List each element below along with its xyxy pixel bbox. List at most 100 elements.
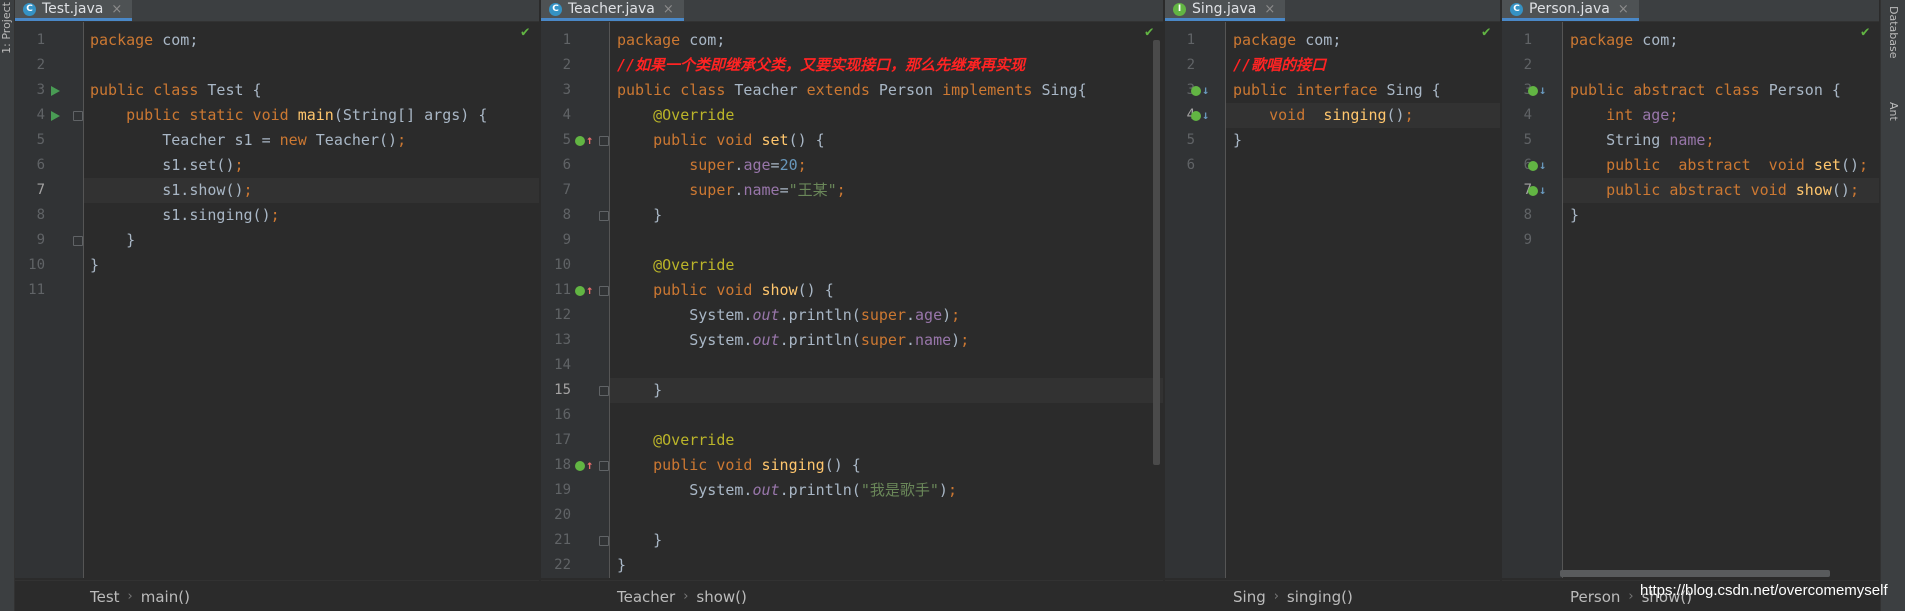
overrides-method-icon[interactable] bbox=[575, 136, 585, 146]
code-line[interactable]: String name; bbox=[1570, 128, 1714, 153]
fold-marker-icon[interactable] bbox=[73, 111, 83, 121]
code-token: String bbox=[1570, 131, 1670, 149]
code-line[interactable]: public class Test { bbox=[90, 78, 262, 103]
inspection-ok-icon[interactable]: ✔ bbox=[521, 24, 529, 40]
breadcrumb-item[interactable]: main() bbox=[141, 588, 190, 606]
code-line[interactable]: public abstract class Person { bbox=[1570, 78, 1841, 103]
code-line[interactable]: public class Teacher extends Person impl… bbox=[617, 78, 1087, 103]
code-token: ; bbox=[243, 181, 253, 199]
code-line[interactable]: @Override bbox=[617, 428, 734, 453]
code-line[interactable]: void singing(); bbox=[1233, 103, 1414, 128]
code-line[interactable]: package com; bbox=[90, 28, 198, 53]
code-line[interactable]: } bbox=[617, 528, 662, 553]
breadcrumb-item[interactable]: Teacher bbox=[617, 588, 675, 606]
fold-marker-icon[interactable] bbox=[599, 136, 609, 146]
code-line[interactable]: public abstract void show(); bbox=[1570, 178, 1859, 203]
abstract-class-icon: C bbox=[1510, 2, 1523, 16]
project-tool-tab[interactable]: 1: Project bbox=[0, 2, 13, 54]
code-line[interactable]: } bbox=[1233, 128, 1242, 153]
fold-marker-icon[interactable] bbox=[599, 211, 609, 221]
code-line[interactable]: @Override bbox=[617, 253, 734, 278]
code-line[interactable]: System.out.println("我是歌手"); bbox=[617, 478, 957, 503]
code-line[interactable]: } bbox=[90, 228, 135, 253]
inspection-ok-icon[interactable]: ✔ bbox=[1482, 24, 1490, 40]
tab-teacher[interactable]: C Teacher.java × bbox=[541, 0, 684, 21]
ant-tool-tab[interactable]: Ant bbox=[1887, 102, 1900, 121]
implemented-method-icon[interactable] bbox=[1528, 161, 1538, 171]
code-line[interactable]: } bbox=[90, 253, 99, 278]
line-number: 8 bbox=[562, 207, 571, 223]
overrides-method-icon[interactable] bbox=[575, 286, 585, 296]
fold-marker-icon[interactable] bbox=[73, 236, 83, 246]
code-token: ) bbox=[938, 481, 948, 499]
line-number: 5 bbox=[1523, 132, 1532, 148]
breadcrumb-item[interactable]: show() bbox=[696, 588, 746, 606]
code-line[interactable]: package com; bbox=[1233, 28, 1341, 53]
code-line[interactable]: System.out.println(super.age); bbox=[617, 303, 960, 328]
code-line[interactable]: s1.set(); bbox=[90, 153, 243, 178]
inspection-ok-icon[interactable]: ✔ bbox=[1861, 24, 1869, 40]
code-line[interactable]: } bbox=[1570, 203, 1579, 228]
run-icon[interactable] bbox=[51, 86, 60, 96]
fold-marker-icon[interactable] bbox=[599, 536, 609, 546]
code-line[interactable]: int age; bbox=[1570, 103, 1678, 128]
code-line[interactable]: //如果一个类即继承父类，又要实现接口，那么先继承再实现 bbox=[617, 53, 1025, 78]
breadcrumb-item[interactable]: Person bbox=[1570, 588, 1620, 606]
line-number: 4 bbox=[36, 107, 45, 123]
inspection-ok-icon[interactable]: ✔ bbox=[1145, 24, 1153, 40]
code-line[interactable]: public void singing() { bbox=[617, 453, 861, 478]
code-token: show bbox=[761, 281, 798, 299]
code-token: () { bbox=[788, 131, 825, 149]
code-line[interactable]: } bbox=[617, 553, 626, 578]
line-number: 17 bbox=[554, 432, 571, 448]
close-icon[interactable]: × bbox=[1264, 2, 1275, 17]
tab-bar: C Teacher.java × bbox=[541, 0, 1163, 22]
code-line[interactable]: super.age=20; bbox=[617, 153, 806, 178]
fold-marker-icon[interactable] bbox=[599, 461, 609, 471]
implemented-method-icon[interactable] bbox=[1191, 86, 1201, 96]
tab-person[interactable]: C Person.java × bbox=[1502, 0, 1639, 21]
code-token: ) bbox=[951, 331, 961, 349]
code-token: (String[] args) { bbox=[333, 106, 488, 124]
code-line[interactable]: //歌唱的接口 bbox=[1233, 53, 1326, 78]
vertical-scrollbar[interactable] bbox=[1153, 40, 1160, 465]
arrow-down-icon: ↓ bbox=[1202, 108, 1210, 122]
breadcrumb-item[interactable]: Test bbox=[90, 588, 120, 606]
code-line[interactable]: Teacher s1 = new Teacher(); bbox=[90, 128, 406, 153]
code-line[interactable]: public abstract void set(); bbox=[1570, 153, 1868, 178]
code-line[interactable]: public static void main(String[] args) { bbox=[90, 103, 487, 128]
implemented-method-icon[interactable] bbox=[1191, 111, 1201, 121]
code-line[interactable]: super.name="王某"; bbox=[617, 178, 845, 203]
code-line[interactable]: @Override bbox=[617, 103, 734, 128]
run-icon[interactable] bbox=[51, 111, 60, 121]
database-tool-tab[interactable]: Database bbox=[1887, 6, 1900, 59]
code-line[interactable]: } bbox=[617, 203, 662, 228]
line-number: 2 bbox=[1523, 57, 1532, 73]
breadcrumb-item[interactable]: singing() bbox=[1287, 588, 1353, 606]
code-line[interactable]: public void set() { bbox=[617, 128, 825, 153]
code-line[interactable]: s1.singing(); bbox=[90, 203, 279, 228]
code-line[interactable]: } bbox=[617, 378, 662, 403]
code-line[interactable]: System.out.println(super.name); bbox=[617, 328, 969, 353]
close-icon[interactable]: × bbox=[111, 2, 122, 17]
code-token: public void bbox=[653, 131, 762, 149]
code-token: out bbox=[752, 331, 780, 349]
overrides-method-icon[interactable] bbox=[575, 461, 585, 471]
code-line[interactable]: public void show() { bbox=[617, 278, 834, 303]
close-icon[interactable]: × bbox=[1618, 2, 1629, 17]
tab-test[interactable]: C Test.java × bbox=[15, 0, 133, 21]
code-line[interactable]: package com; bbox=[617, 28, 725, 53]
fold-marker-icon[interactable] bbox=[599, 386, 609, 396]
close-icon[interactable]: × bbox=[663, 2, 674, 17]
implemented-method-icon[interactable] bbox=[1528, 86, 1538, 96]
code-line[interactable]: public interface Sing { bbox=[1233, 78, 1441, 103]
code-line[interactable]: package com; bbox=[1570, 28, 1678, 53]
tab-sing[interactable]: I Sing.java × bbox=[1165, 0, 1286, 21]
fold-marker-icon[interactable] bbox=[599, 286, 609, 296]
breadcrumb-item[interactable]: Sing bbox=[1233, 588, 1266, 606]
implemented-method-icon[interactable] bbox=[1528, 186, 1538, 196]
code-line[interactable]: s1.show(); bbox=[90, 178, 253, 203]
horizontal-scrollbar[interactable] bbox=[1560, 570, 1830, 577]
